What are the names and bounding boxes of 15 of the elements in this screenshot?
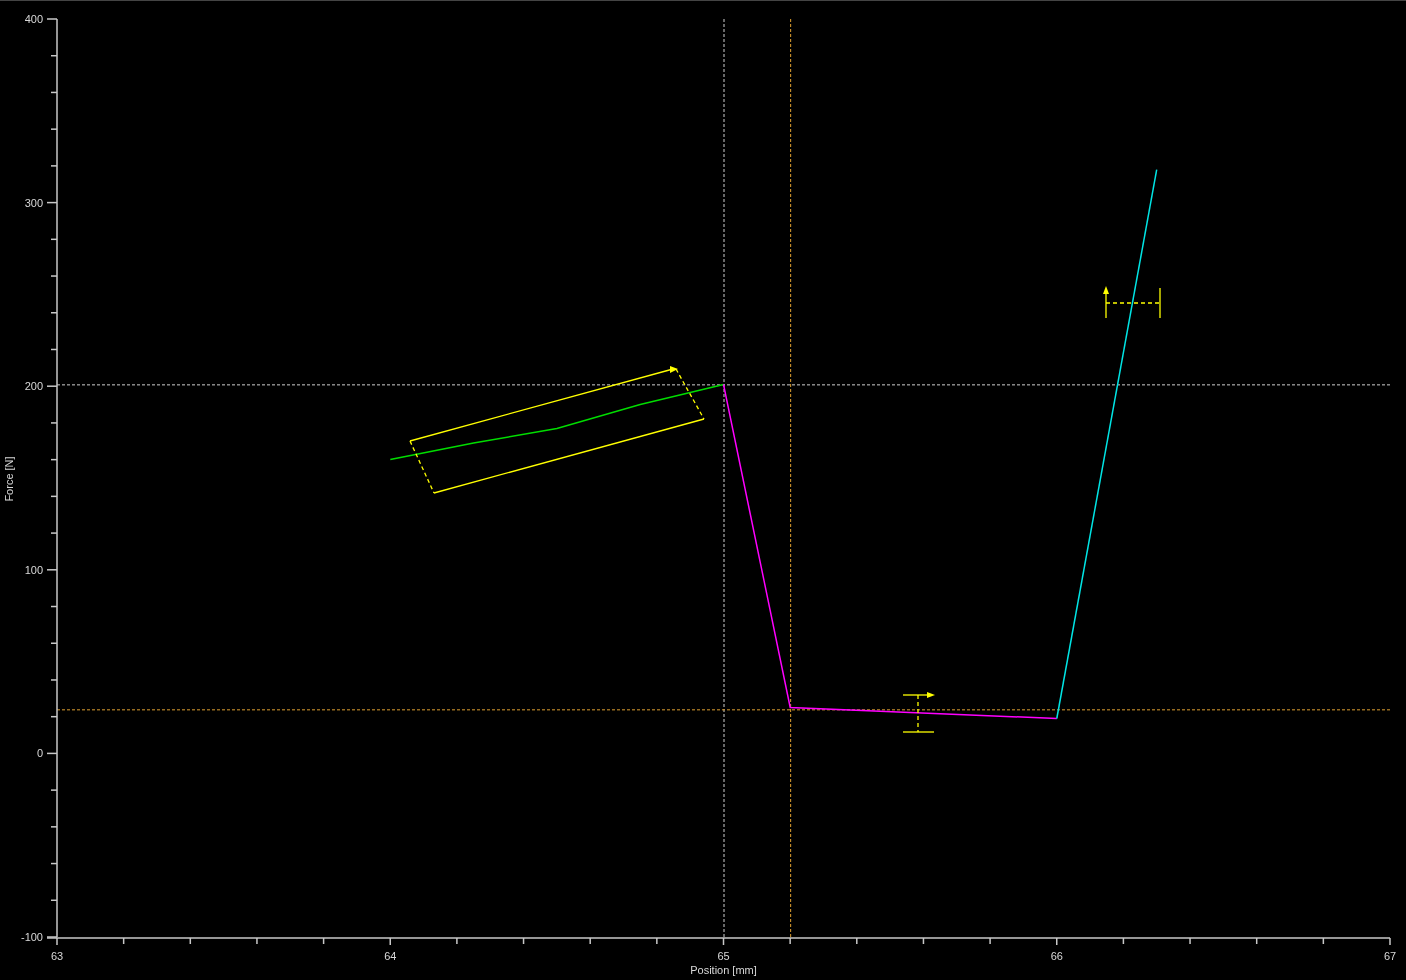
tick-label: 64 <box>384 950 397 962</box>
axis-title: Position [mm] <box>690 964 757 976</box>
range-marker-drawing <box>902 692 935 733</box>
tick-label: 67 <box>1383 950 1397 962</box>
tick-label: -100 <box>20 931 43 943</box>
range-marker-drawing <box>1103 286 1161 319</box>
tick-label: 0 <box>36 747 43 760</box>
tick-label: 100 <box>24 563 43 576</box>
axis-title: Force [N] <box>3 456 15 502</box>
tick-label: 400 <box>24 13 43 25</box>
tick-label: 65 <box>717 950 730 962</box>
tick-label: 200 <box>24 380 43 393</box>
tick-label: 63 <box>50 950 64 962</box>
tick-label: 66 <box>1050 950 1063 962</box>
tick-label: 300 <box>24 196 43 209</box>
